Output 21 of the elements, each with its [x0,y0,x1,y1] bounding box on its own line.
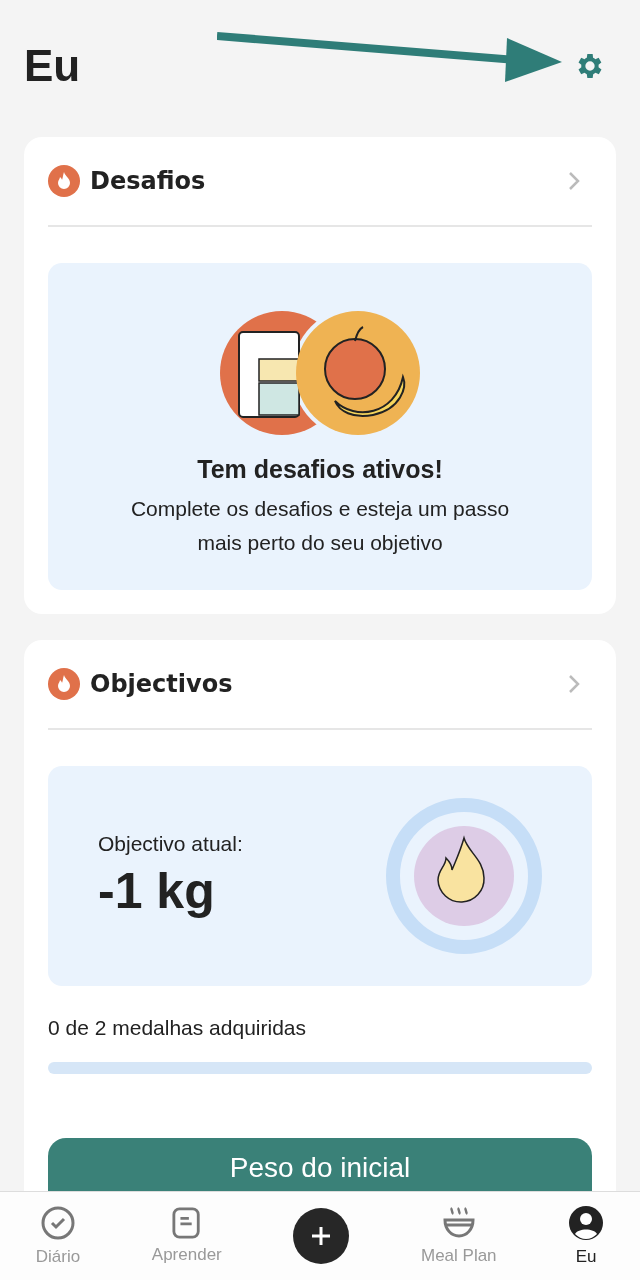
nav-tab[interactable]: Diário [35,1205,81,1267]
card-title: Objectivos [90,670,233,698]
flame-medal-icon [386,798,542,954]
page-title: Eu [24,40,81,91]
nav-tab[interactable]: Meal Plan [420,1206,497,1266]
card-title: Desafios [90,167,206,195]
flame-icon [48,668,80,700]
flame-icon [48,165,80,197]
profile-icon [568,1205,605,1241]
bowl-icon [441,1206,476,1240]
initial-weight-button[interactable]: Peso do inicial [48,1138,592,1192]
plus-icon [311,1226,332,1246]
note-icon [171,1207,202,1239]
check-circle-icon [40,1205,76,1241]
goal-value: -1 kg [98,862,216,920]
nav-tab[interactable]: Eu [568,1205,605,1267]
medals-count: 0 de 2 medalhas adquiridas [48,1016,307,1040]
panel-text: Complete os desafios e esteja um passo mais perto do seu objetivo [129,496,511,556]
nav-tab[interactable]: Aprender [151,1207,222,1265]
goal-label: Objectivo atual: [98,832,243,856]
panel-heading: Tem desafios ativos! [197,455,443,484]
